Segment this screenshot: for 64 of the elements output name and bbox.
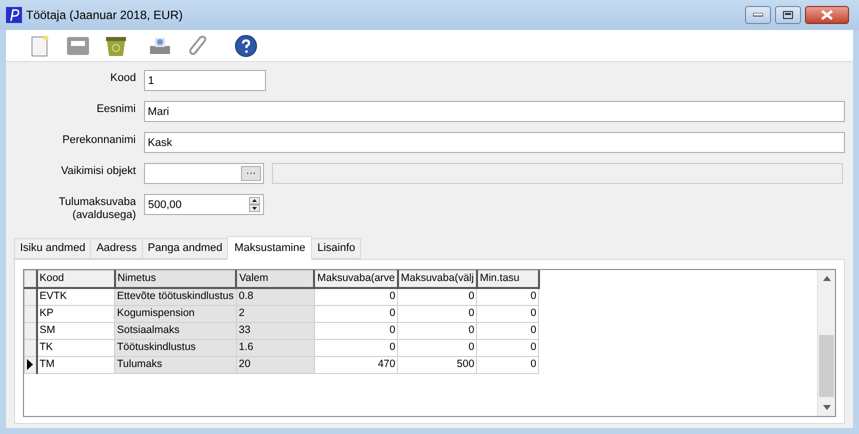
app-logo-icon: [6, 7, 22, 23]
field-label: Vaikimisi objekt: [61, 165, 136, 178]
table-cell: 0: [476, 288, 539, 305]
table-cell: 0: [398, 305, 477, 322]
field-label: (avaldusega): [72, 209, 136, 222]
table-cell: 0: [476, 305, 539, 322]
column-header: Nimetus: [114, 270, 236, 288]
lookup-field[interactable]: ···: [144, 163, 264, 184]
table-cell: 470: [314, 356, 398, 373]
text-field[interactable]: Mari: [144, 101, 845, 122]
tab[interactable]: Lisainfo: [311, 238, 362, 259]
text-field[interactable]: 1: [144, 70, 266, 91]
scroll-up-icon[interactable]: [822, 276, 830, 281]
column-header: Maksuvaba(välj: [398, 270, 477, 288]
table-cell: 0: [398, 339, 477, 356]
close-icon: [821, 10, 833, 20]
table-cell: Töötuskindlustus: [114, 339, 236, 356]
vertical-scrollbar[interactable]: [817, 270, 835, 416]
table-cell: EVTK: [36, 288, 114, 305]
minimize-button[interactable]: [745, 6, 771, 24]
column-header: Kood: [36, 270, 114, 288]
table-cell: SM: [36, 322, 114, 339]
window-title: Töötaja (Jaanuar 2018, EUR): [26, 7, 183, 24]
text-field[interactable]: Kask: [144, 132, 845, 153]
table-cell: 0: [314, 322, 398, 339]
field-label: Tulumaksuvaba: [58, 196, 136, 209]
help-icon[interactable]: [234, 34, 258, 58]
table-cell: 0: [476, 322, 539, 339]
tab[interactable]: Maksustamine: [227, 236, 312, 260]
table-cell: Kogumispension: [114, 305, 236, 322]
field-label: Kood: [110, 72, 136, 85]
tab[interactable]: Aadress: [90, 238, 143, 259]
table-cell: 500: [398, 356, 477, 373]
table-cell: 0: [398, 322, 477, 339]
table-cell: 0: [314, 339, 398, 356]
maximize-button[interactable]: [775, 6, 801, 24]
tab[interactable]: Panga andmed: [142, 238, 228, 259]
table-cell: 20: [236, 356, 314, 373]
table-cell: 0: [476, 339, 539, 356]
maximize-icon: [783, 11, 793, 19]
column-header: Maksuvaba(arve: [314, 270, 398, 288]
table-cell: KP: [36, 305, 114, 322]
table-cell: 2: [236, 305, 314, 322]
table-cell: TM: [36, 356, 114, 373]
field-label: Perekonnanimi: [62, 134, 136, 147]
spin-buttons-icon: [249, 197, 260, 212]
spin-field[interactable]: 500,00: [144, 194, 264, 215]
table-cell: 0: [398, 288, 477, 305]
ellipsis-button[interactable]: ···: [241, 166, 261, 181]
minimize-icon: [753, 13, 763, 17]
table-cell: Tulumaks: [114, 356, 236, 373]
table-cell: TK: [36, 339, 114, 356]
close-button[interactable]: [805, 6, 849, 24]
table-cell: 33: [236, 322, 314, 339]
table-cell: Sotsiaalmaks: [114, 322, 236, 339]
column-header: Min.tasu: [476, 270, 539, 288]
table-cell: 0: [476, 356, 539, 373]
table-cell: 0: [314, 305, 398, 322]
table-cell: 0: [314, 288, 398, 305]
column-header: Valem: [236, 270, 314, 288]
tab[interactable]: Isiku andmed: [14, 238, 92, 259]
scroll-down-icon[interactable]: [822, 405, 830, 410]
table-cell: 1.6: [236, 339, 314, 356]
field-label: Eesnimi: [96, 103, 136, 116]
